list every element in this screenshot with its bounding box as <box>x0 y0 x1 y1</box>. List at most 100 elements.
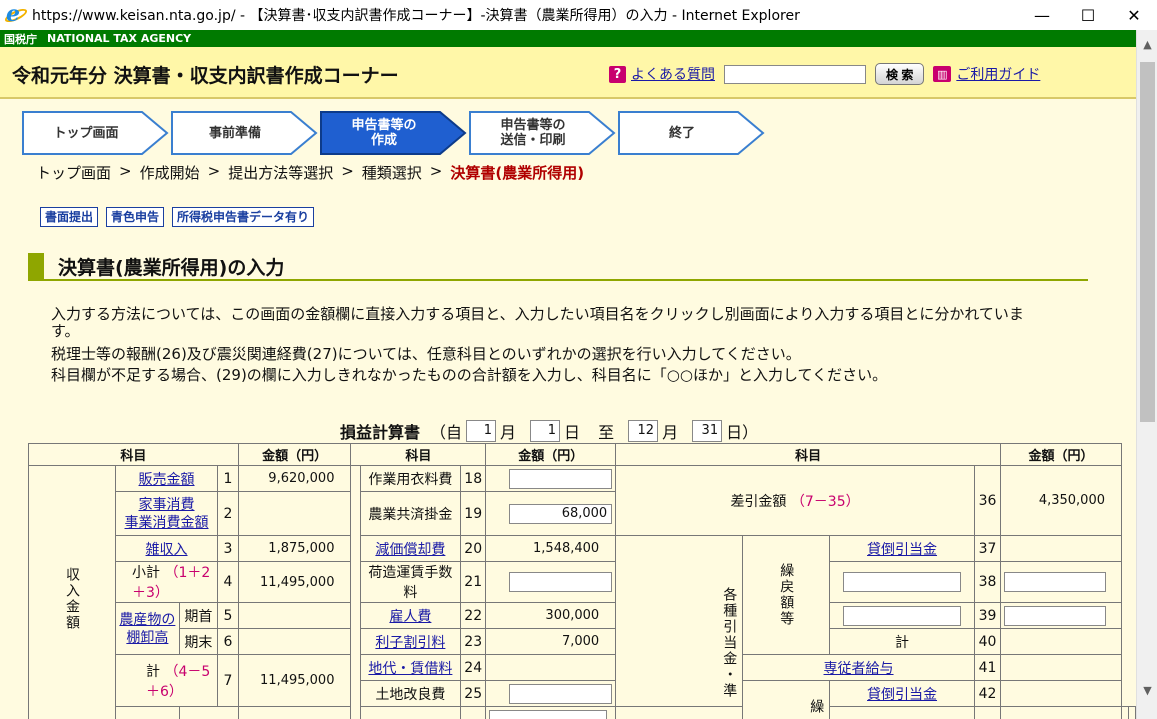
step-create[interactable]: 申告書等の 作成 <box>320 111 468 155</box>
breadcrumb-separator: > <box>207 162 221 180</box>
wages-link[interactable]: 雇人費 <box>359 602 462 629</box>
section-header: 決算書(農業所得用)の入力 <box>28 253 1088 281</box>
allowance2-amount <box>1000 680 1122 707</box>
custom-item-name-input[interactable] <box>489 709 608 719</box>
mutual-aid-input[interactable]: 68,000 <box>509 503 613 524</box>
period-open: （自 <box>430 423 463 442</box>
depreciation-link[interactable]: 減価償却費 <box>359 535 462 562</box>
scroll-down-icon[interactable]: ▼ <box>1137 682 1157 699</box>
custom-item-amount-input[interactable] <box>1004 572 1107 592</box>
breadcrumb-separator: > <box>429 162 443 180</box>
instructions: 入力する方法については、この画面の金額欄に直接入力する項目と、入力したい項目名を… <box>51 306 1051 390</box>
row-number: 22 <box>460 602 487 629</box>
agency-kanji: 国税庁 <box>4 32 37 46</box>
row-number: 2 <box>217 491 239 536</box>
instruction-text: 科目欄が不足する場合、(29)の欄に入力しきれなかったものの合計額を入力し、科目… <box>51 366 888 384</box>
guide-book-icon: ▥ <box>933 66 952 82</box>
family-wage-link[interactable]: 専従者給与 <box>742 654 975 681</box>
interest-amount: 7,000 <box>485 628 617 655</box>
inventory-link[interactable]: 農産物の 棚卸高 <box>115 602 180 655</box>
statement-title: 損益計算書 <box>340 423 421 442</box>
maximize-button[interactable]: ☐ <box>1065 0 1111 30</box>
diff-label: 差引金額 （7－35） <box>615 465 975 536</box>
step-navigation: トップ画面 事前準備 申告書等の 作成 申告書等の 送信・印刷 終了 <box>22 111 767 155</box>
to-day-input[interactable]: 31 <box>692 420 723 442</box>
reversal-group-label: 繰戻額等 <box>742 535 831 655</box>
help-area: ? よくある質問 検 索 ▥ ご利用ガイド <box>609 63 1040 85</box>
allowance2-link[interactable]: 貸倒引当金 <box>829 680 975 707</box>
row-number: 20 <box>460 535 487 562</box>
expense-label: 農業共済掛金 <box>359 491 462 536</box>
step-preparation[interactable]: 事前準備 <box>171 111 319 155</box>
total-label: 計 （4－5＋6） <box>114 654 219 707</box>
row-number: 6 <box>217 628 239 655</box>
corner-header: 令和元年分 決算書・収支内訳書作成コーナー ? よくある質問 検 索 ▥ ご利用… <box>0 47 1136 99</box>
step-send-print[interactable]: 申告書等の 送信・印刷 <box>469 111 617 155</box>
expense-label: 荷造運賃手数料 <box>359 561 462 603</box>
agency-bar: 国税庁 NATIONAL TAX AGENCY <box>0 30 1136 47</box>
row-number: 42 <box>973 680 1002 707</box>
minimize-button[interactable]: — <box>1019 0 1065 30</box>
to-month-input[interactable]: 12 <box>628 420 659 442</box>
status-badge: 所得税申告書データ有り <box>172 207 315 227</box>
row-number: 40 <box>973 628 1002 655</box>
interest-link[interactable]: 利子割引料 <box>359 628 462 655</box>
sales-amount: 9,620,000 <box>237 465 352 492</box>
total-amount: 11,495,000 <box>237 654 352 707</box>
misc-income-link[interactable]: 雑収入 <box>114 535 219 562</box>
wages-amount: 300,000 <box>485 602 617 629</box>
subtotal-amount: 11,495,000 <box>237 561 352 603</box>
rent-link[interactable]: 地代・賃借料 <box>359 654 462 681</box>
table-row: 雑収入 3 1,875,000 減価償却費 20 1,548,400 各種引当金… <box>29 535 1136 707</box>
month-label: 月 <box>500 423 517 442</box>
close-button[interactable]: ✕ <box>1111 0 1157 30</box>
breadcrumb-separator: > <box>341 162 354 180</box>
search-button[interactable]: 検 索 <box>875 63 925 85</box>
from-day-input[interactable]: 1 <box>530 420 561 442</box>
step-top[interactable]: トップ画面 <box>22 111 170 155</box>
section-marker <box>28 253 44 279</box>
row-number: 19 <box>460 491 487 536</box>
home-use-link[interactable]: 家事消費 事業消費金額 <box>114 491 219 536</box>
expense-amount-cell <box>485 465 617 492</box>
sales-link[interactable]: 販売金額 <box>114 465 219 492</box>
expense-amount-cell: 68,000 <box>485 491 617 536</box>
step-finish[interactable]: 終了 <box>618 111 766 155</box>
expense-amount-cell <box>485 561 617 603</box>
home-use-amount <box>237 491 352 536</box>
rent-amount <box>485 654 617 681</box>
table-row <box>29 706 1136 719</box>
custom-item-name-input[interactable] <box>843 605 962 626</box>
table-row: 期末 6 利子割引料 23 7,000 計 40 <box>29 628 1136 655</box>
row-number: 7 <box>217 654 239 707</box>
status-badge: 書面提出 <box>40 207 99 227</box>
search-input[interactable] <box>724 64 866 84</box>
row-number: 21 <box>460 561 487 603</box>
status-badge: 青色申告 <box>106 207 165 227</box>
packing-fee-input[interactable] <box>509 572 613 592</box>
breadcrumb-item: トップ画面 <box>36 164 112 182</box>
allowance-link[interactable]: 貸倒引当金 <box>829 535 975 562</box>
custom-item-name-input[interactable] <box>843 572 962 592</box>
faq-link[interactable]: よくある質問 <box>631 64 715 84</box>
table-row: 小計 （1＋2＋3） 4 11,495,000 荷造運賃手数料 21 38 <box>29 561 1136 603</box>
row-number: 38 <box>973 561 1002 603</box>
inventory-begin-label: 期首 <box>178 602 219 629</box>
allowance-amount <box>1000 535 1122 562</box>
from-month-input[interactable]: 1 <box>466 420 497 442</box>
inventory-begin-amount <box>237 602 352 629</box>
status-badges: 書面提出 青色申告 所得税申告書データ有り <box>40 207 315 227</box>
scrollbar-thumb[interactable] <box>1140 62 1155 422</box>
scroll-up-icon[interactable]: ▲ <box>1137 36 1157 53</box>
item-header: 科目 <box>28 443 239 466</box>
row-number: 5 <box>217 602 239 629</box>
month-label: 月 <box>662 423 679 442</box>
clothing-expense-input[interactable] <box>509 468 613 489</box>
guide-link[interactable]: ご利用ガイド <box>956 64 1040 84</box>
land-improvement-input[interactable] <box>509 683 613 704</box>
vertical-scrollbar[interactable]: ▲ ▼ <box>1136 30 1157 719</box>
row-number: 18 <box>460 465 487 492</box>
amount-header: 金額（円） <box>1000 443 1122 466</box>
custom-item-amount-input[interactable] <box>1004 605 1107 626</box>
expense-label: 土地改良費 <box>359 680 462 707</box>
